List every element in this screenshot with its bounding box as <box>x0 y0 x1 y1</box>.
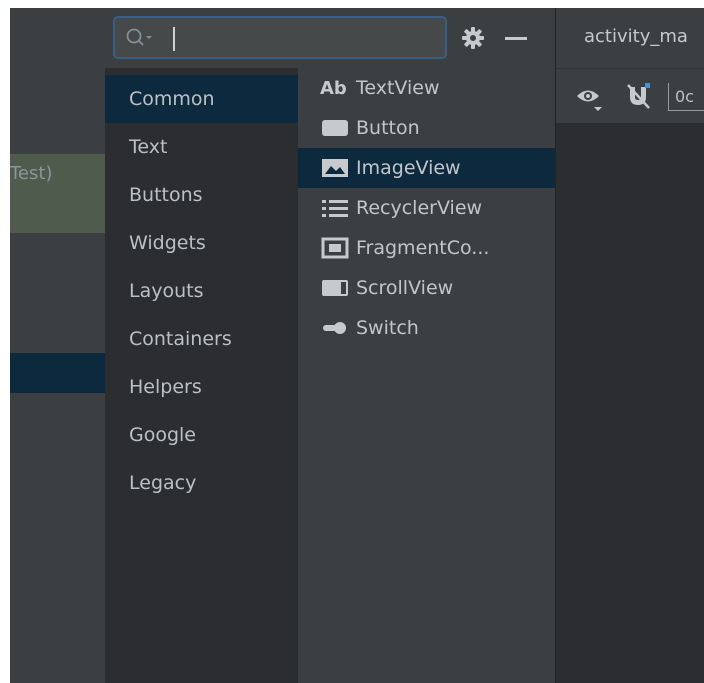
text-caret <box>173 27 175 51</box>
editor-tab-activity-main[interactable]: activity_ma <box>556 8 704 68</box>
widget-label: RecyclerView <box>356 197 483 219</box>
category-label: Google <box>129 424 197 446</box>
widget-scrollview[interactable]: ScrollView <box>298 268 555 308</box>
palette-widgets: Ab TextView Button ImageView RecyclerVie… <box>298 68 555 683</box>
category-buttons[interactable]: Buttons <box>105 171 298 219</box>
button-icon <box>320 115 350 141</box>
category-google[interactable]: Google <box>105 411 298 459</box>
widget-label: ScrollView <box>356 277 454 299</box>
widget-label: Button <box>356 117 420 139</box>
project-tree-item[interactable]: Test) <box>10 154 105 233</box>
category-text[interactable]: Text <box>105 123 298 171</box>
list-icon <box>320 195 350 221</box>
palette-search-box[interactable] <box>113 16 447 59</box>
category-legacy[interactable]: Legacy <box>105 459 298 507</box>
category-label: Helpers <box>129 376 202 398</box>
minimize-icon[interactable] <box>501 24 531 52</box>
palette-header <box>105 8 555 68</box>
category-label: Containers <box>129 328 232 350</box>
category-label: Text <box>129 136 168 158</box>
category-label: Widgets <box>129 232 206 254</box>
editor-toolbar: 0c <box>556 68 704 124</box>
category-label: Legacy <box>129 472 197 494</box>
widget-label: ImageView <box>356 157 461 179</box>
default-margin-field[interactable]: 0c <box>668 83 704 111</box>
palette-search-input[interactable] <box>177 22 437 54</box>
fragment-icon <box>320 235 350 261</box>
layout-editor: activity_ma 0c <box>555 8 704 683</box>
widget-label: TextView <box>356 77 440 99</box>
palette-categories: Common Text Buttons Widgets Layouts Cont… <box>105 68 298 683</box>
category-widgets[interactable]: Widgets <box>105 219 298 267</box>
gear-icon[interactable] <box>459 24 487 52</box>
project-tree-panel: Test) <box>10 8 105 683</box>
editor-tab-label: activity_ma <box>584 26 688 47</box>
category-label: Layouts <box>129 280 204 302</box>
imageview-icon <box>320 155 350 181</box>
category-label: Common <box>129 88 215 110</box>
widget-button[interactable]: Button <box>298 108 555 148</box>
widget-recyclerview[interactable]: RecyclerView <box>298 188 555 228</box>
switch-icon <box>320 315 350 341</box>
magnet-off-icon[interactable] <box>624 81 652 111</box>
search-icon[interactable] <box>125 27 155 49</box>
widget-label: Switch <box>356 317 419 339</box>
category-helpers[interactable]: Helpers <box>105 363 298 411</box>
ide-window: Test) Common Text Buttons Widgets Layout… <box>10 8 704 683</box>
eye-icon[interactable] <box>574 83 606 113</box>
widget-label: FragmentCo... <box>356 237 490 259</box>
textview-icon: Ab <box>320 77 347 99</box>
category-label: Buttons <box>129 184 203 206</box>
project-tree-item-label: Test) <box>10 163 53 184</box>
widget-textview[interactable]: Ab TextView <box>298 68 555 108</box>
widget-fragmentcontainer[interactable]: FragmentCo... <box>298 228 555 268</box>
category-layouts[interactable]: Layouts <box>105 267 298 315</box>
scrollview-icon <box>320 275 350 301</box>
widget-switch[interactable]: Switch <box>298 308 555 348</box>
project-tree-selected-row[interactable] <box>10 353 105 393</box>
widget-imageview[interactable]: ImageView <box>298 148 555 188</box>
category-containers[interactable]: Containers <box>105 315 298 363</box>
category-common[interactable]: Common <box>105 75 298 123</box>
default-margin-value: 0c <box>675 87 694 106</box>
